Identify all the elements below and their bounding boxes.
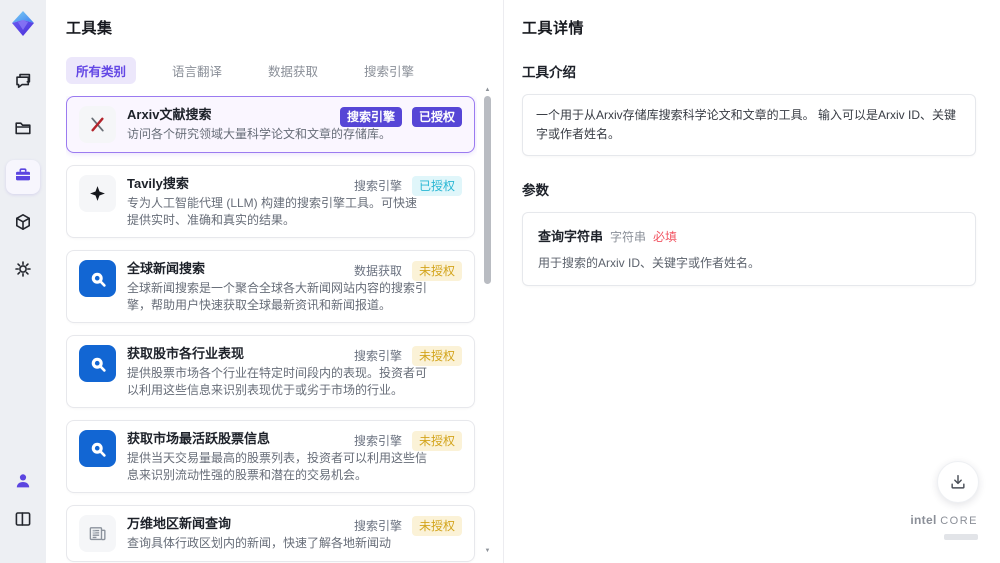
tavily-icon <box>79 175 116 212</box>
intro-text-box: 一个用于从Arxiv存储库搜索科学论文和文章的工具。 输入可以是Arxiv ID… <box>522 94 976 157</box>
rail-item-panel-toggle[interactable] <box>6 504 40 538</box>
intro-heading: 工具介绍 <box>522 65 576 80</box>
tab-2[interactable]: 数据获取 <box>258 57 328 84</box>
brand-intel: intel <box>910 513 937 527</box>
auth-badge: 已授权 <box>411 176 462 196</box>
tab-1[interactable]: 语言翻译 <box>162 57 232 84</box>
tool-list: Arxiv文献搜索 访问各个研究领域大量科学论文和文章的存储库。 搜索引擎 已授权 Ta… <box>66 96 477 563</box>
rail-item-chat[interactable] <box>6 66 40 100</box>
folder-icon <box>13 118 33 143</box>
tool-description: 专为人工智能代理 (LLM) 构建的搜索引擎工具。可快速提供实时、准确和真实的结… <box>127 196 418 227</box>
brand-ultra-bar <box>944 534 978 540</box>
rail-nav <box>6 66 40 301</box>
rail-item-tools[interactable] <box>6 160 40 194</box>
param-item: 查询字符串 字符串 必填用于搜索的Arxiv ID、关键字或作者姓名。 <box>522 212 976 287</box>
q-search-icon <box>79 345 116 382</box>
scrollbar-thumb[interactable] <box>484 96 491 284</box>
scroll-down-icon[interactable]: ▼ <box>483 547 492 555</box>
category-tabs: 所有类别 语言翻译 数据获取 搜索引擎 <box>66 57 477 84</box>
tool-card[interactable]: 获取股市各行业表现 提供股票市场各个行业在特定时间段内的表现。投资者可以利用这些信… <box>66 335 475 408</box>
q-search-icon <box>79 430 116 467</box>
details-panel: 工具详情 工具介绍 一个用于从Arxiv存储库搜索科学论文和文章的工具。 输入可… <box>504 0 1000 563</box>
param-required-flag: 必填 <box>653 230 678 245</box>
tab-3[interactable]: 搜索引擎 <box>354 57 424 84</box>
tool-card[interactable]: Tavily搜索 专为人工智能代理 (LLM) 构建的搜索引擎工具。可快速提供实时… <box>66 165 475 238</box>
auth-badge: 未授权 <box>411 261 462 281</box>
param-type: 字符串 <box>610 230 647 245</box>
auth-badge: 未授权 <box>411 346 462 366</box>
tool-description: 提供当天交易量最高的股票列表，投资者可以利用这些信息来识别流动性强的股票和潜在的… <box>127 451 428 482</box>
chat-icon <box>13 71 33 96</box>
rail-bottom <box>6 466 40 551</box>
rail-item-folder[interactable] <box>6 113 40 147</box>
auth-badge: 已授权 <box>411 107 462 127</box>
user-icon <box>13 471 33 496</box>
download-button[interactable] <box>937 461 979 503</box>
tool-card[interactable]: 万维地区新闻查询 查询具体行政区划内的新闻，快速了解各地新闻动 搜索引擎 未授权 <box>66 505 475 562</box>
scrollbar[interactable]: ▲ ▼ <box>483 86 492 555</box>
category-badge: 搜索引擎 <box>353 434 402 448</box>
rail-item-plugins[interactable] <box>6 207 40 241</box>
tools-panel: 工具集 所有类别 语言翻译 数据获取 搜索引擎 Arxiv文献搜索 访问各个研究领域大量… <box>46 0 504 563</box>
app-window: 工具集 所有类别 语言翻译 数据获取 搜索引擎 Arxiv文献搜索 访问各个研究领域大量… <box>0 0 1000 563</box>
auth-badge: 未授权 <box>411 516 462 536</box>
details-title: 工具详情 <box>522 20 585 37</box>
param-name: 查询字符串 <box>538 229 604 245</box>
category-badge: 搜索引擎 <box>353 519 402 533</box>
tools-panel-title: 工具集 <box>66 20 113 37</box>
tool-card[interactable]: 获取市场最活跃股票信息 提供当天交易量最高的股票列表，投资者可以利用这些信息来识别… <box>66 420 475 493</box>
cube-icon <box>13 212 33 237</box>
tool-description: 访问各个研究领域大量科学论文和文章的存储库。 <box>127 127 392 141</box>
tool-description: 全球新闻搜索是一个聚合全球各大新闻网站内容的搜索引擎，帮助用户快速获取全球最新资… <box>127 281 428 312</box>
tool-description: 查询具体行政区划内的新闻，快速了解各地新闻动 <box>127 536 392 550</box>
category-badge: 数据获取 <box>353 264 402 278</box>
rail-item-settings[interactable] <box>6 254 40 288</box>
left-rail <box>0 0 46 563</box>
intel-core-logo: intel core <box>910 513 978 545</box>
rail-item-user[interactable] <box>6 466 40 500</box>
tool-card[interactable]: 全球新闻搜索 全球新闻搜索是一个聚合全球各大新闻网站内容的搜索引擎，帮助用户快速获… <box>66 250 475 323</box>
panel-toggle-icon <box>13 509 33 534</box>
brand-core: core <box>940 515 978 527</box>
param-list: 查询字符串 字符串 必填用于搜索的Arxiv ID、关键字或作者姓名。 <box>522 212 976 287</box>
category-badge: 搜索引擎 <box>353 349 402 363</box>
param-description: 用于搜索的Arxiv ID、关键字或作者姓名。 <box>538 256 761 271</box>
category-badge: 搜索引擎 <box>353 179 402 193</box>
gear-icon <box>13 259 33 284</box>
newspaper-icon <box>79 515 116 552</box>
scroll-up-icon[interactable]: ▲ <box>483 86 492 94</box>
arxiv-icon <box>79 106 116 143</box>
app-logo-icon <box>7 8 39 40</box>
auth-badge: 未授权 <box>411 431 462 451</box>
tab-0[interactable]: 所有类别 <box>66 57 137 84</box>
briefcase-icon <box>13 165 33 190</box>
category-badge: 搜索引擎 <box>339 107 402 127</box>
params-heading: 参数 <box>522 183 549 199</box>
tool-description: 提供股票市场各个行业在特定时间段内的表现。投资者可以利用这些信息来识别表现优于或… <box>127 366 428 397</box>
tool-card[interactable]: Arxiv文献搜索 访问各个研究领域大量科学论文和文章的存储库。 搜索引擎 已授权 <box>66 96 475 153</box>
download-icon <box>951 474 965 489</box>
q-search-icon <box>79 260 116 297</box>
